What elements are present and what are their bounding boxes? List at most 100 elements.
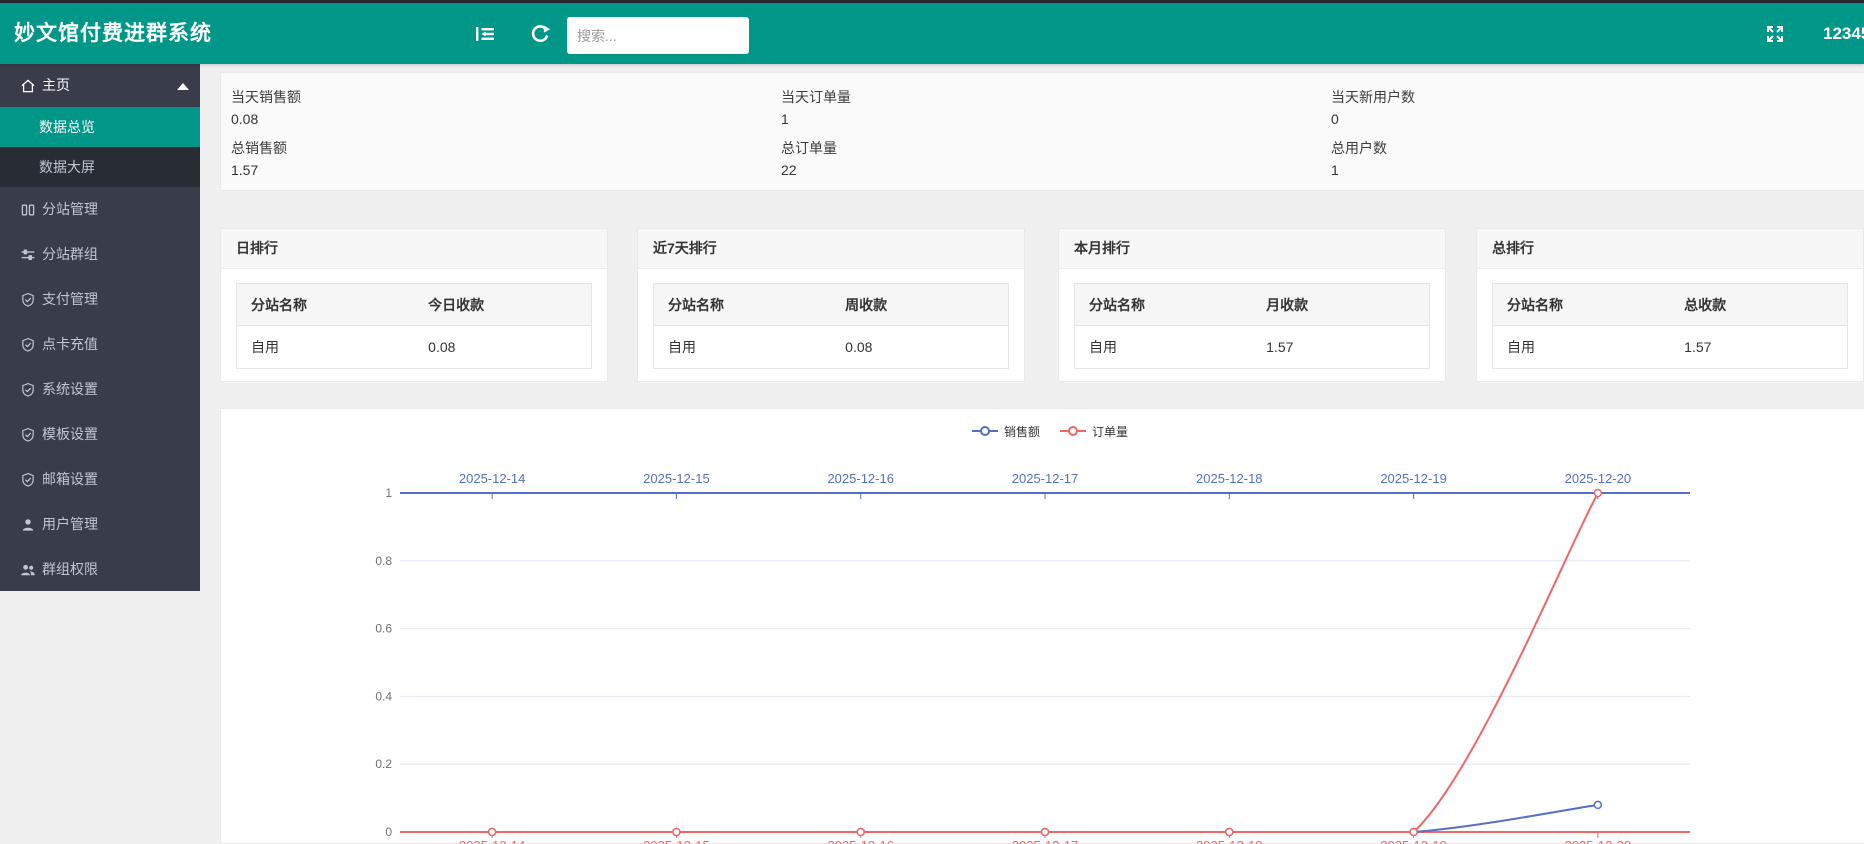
user-icon [20, 517, 36, 533]
svg-text:1: 1 [385, 486, 392, 500]
sidebar-item-label: 分站群组 [42, 232, 98, 277]
sales-orders-line-chart: 0 0.2 0.4 0.6 0.8 1 2025-12-14 2025-12-15 2025-1… [221, 409, 1864, 844]
collapse-menu-icon[interactable] [473, 22, 497, 46]
rank-table-header: 分站名称 月收款 [1075, 284, 1429, 326]
app-header: 妙文馆付费进群系统 12345 [0, 3, 1864, 64]
svg-text:2025-12-17: 2025-12-17 [1012, 838, 1079, 844]
column-header: 周收款 [845, 295, 1008, 315]
stat-value: 1 [781, 111, 1331, 127]
stats-column-sales: 当天销售额 0.08 总销售额 1.57 [231, 76, 781, 190]
shield-check-icon [20, 472, 36, 488]
shield-check-icon [20, 427, 36, 443]
rank-table: 分站名称 总收款 自用 1.57 [1492, 283, 1848, 369]
svg-text:0.6: 0.6 [375, 622, 392, 636]
rank-table-header: 分站名称 周收款 [654, 284, 1008, 326]
stat-label: 当天销售额 [231, 87, 781, 107]
column-header: 分站名称 [1493, 295, 1684, 315]
stat-value: 1 [1331, 162, 1864, 178]
username-menu[interactable]: 12345 [1823, 3, 1864, 64]
table-row: 自用 0.08 [654, 326, 1008, 368]
column-header: 今日收款 [428, 295, 591, 315]
cell-amount: 0.08 [845, 339, 1008, 355]
sidebar-item-substation-groups[interactable]: 分站群组 [0, 232, 200, 277]
svg-text:2025-12-16: 2025-12-16 [827, 471, 894, 486]
sidebar-item-label: 用户管理 [42, 502, 98, 547]
table-row: 自用 0.08 [237, 326, 591, 368]
svg-text:2025-12-18: 2025-12-18 [1196, 471, 1263, 486]
rank-card-title: 近7天排行 [638, 229, 1024, 269]
rank-card-body: 分站名称 今日收款 自用 0.08 [221, 269, 607, 383]
sidebar-item-template-settings[interactable]: 模板设置 [0, 412, 200, 457]
rank-card-title: 总排行 [1477, 229, 1863, 269]
rank-table-header: 分站名称 总收款 [1493, 284, 1847, 326]
svg-text:2025-12-14: 2025-12-14 [459, 471, 525, 486]
svg-text:0.4: 0.4 [375, 689, 392, 703]
column-header: 分站名称 [654, 295, 845, 315]
shield-check-icon [20, 337, 36, 353]
sidebar-item-label: 主页 [42, 64, 70, 107]
rank-card-body: 分站名称 月收款 自用 1.57 [1059, 269, 1445, 383]
home-icon [20, 78, 36, 94]
sidebar-item-group-permissions[interactable]: 群组权限 [0, 547, 200, 592]
sidebar-nav: 主页 数据总览 数据大屏 分站管理 分站群组 [0, 64, 200, 591]
sidebar-item-label: 点卡充值 [42, 322, 98, 367]
sidebar-subitem-data-screen[interactable]: 数据大屏 [0, 147, 200, 187]
rank-card-daily: 日排行 分站名称 今日收款 自用 0.08 [220, 228, 608, 382]
stats-column-users: 当天新用户数 0 总用户数 1 [1331, 76, 1864, 190]
sidebar-item-system-settings[interactable]: 系统设置 [0, 367, 200, 412]
legend-label: 销售额 [1004, 423, 1040, 440]
sidebar-subitem-label: 数据大屏 [39, 159, 95, 175]
cell-amount: 1.57 [1266, 339, 1429, 355]
sidebar-item-mail-settings[interactable]: 邮箱设置 [0, 457, 200, 502]
rank-table: 分站名称 周收款 自用 0.08 [653, 283, 1009, 369]
svg-text:2025-12-20: 2025-12-20 [1565, 471, 1632, 486]
stat-value: 0 [1331, 111, 1864, 127]
svg-text:2025-12-15: 2025-12-15 [643, 471, 710, 486]
table-row: 自用 1.57 [1075, 326, 1429, 368]
sliders-icon [20, 247, 36, 263]
shield-check-icon [20, 292, 36, 308]
rank-table: 分站名称 今日收款 自用 0.08 [236, 283, 592, 369]
sidebar-subitem-label: 数据总览 [39, 119, 95, 135]
stat-label: 总订单量 [781, 138, 1331, 158]
sidebar-subitem-data-overview[interactable]: 数据总览 [0, 107, 200, 147]
rank-card-total: 总排行 分站名称 总收款 自用 1.57 [1476, 228, 1864, 382]
svg-text:2025-12-16: 2025-12-16 [827, 838, 894, 844]
fullscreen-icon[interactable] [1763, 22, 1787, 46]
cell-site-name: 自用 [237, 337, 428, 357]
stat-label: 总销售额 [231, 138, 781, 158]
sidebar-item-user-manage[interactable]: 用户管理 [0, 502, 200, 547]
rank-table-header: 分站名称 今日收款 [237, 284, 591, 326]
legend-item-orders[interactable]: 订单量 [1060, 423, 1128, 440]
rank-card-month: 本月排行 分站名称 月收款 自用 1.57 [1058, 228, 1446, 382]
sidebar-item-label: 分站管理 [42, 187, 98, 232]
svg-text:0: 0 [385, 825, 392, 839]
sidebar-item-label: 群组权限 [42, 547, 98, 592]
sidebar-item-substation-manage[interactable]: 分站管理 [0, 187, 200, 232]
sidebar-item-label: 支付管理 [42, 277, 98, 322]
sidebar-item-payment-manage[interactable]: 支付管理 [0, 277, 200, 322]
svg-text:0.8: 0.8 [375, 554, 392, 568]
stats-column-orders: 当天订单量 1 总订单量 22 [781, 76, 1331, 190]
window-top-edge [0, 0, 1864, 3]
rank-card-7days: 近7天排行 分站名称 周收款 自用 0.08 [637, 228, 1025, 382]
stat-label: 当天新用户数 [1331, 87, 1864, 107]
refresh-icon[interactable] [528, 22, 552, 46]
column-header: 总收款 [1684, 295, 1847, 315]
svg-text:0.2: 0.2 [375, 757, 392, 771]
columns-icon [20, 202, 36, 218]
shield-check-icon [20, 382, 36, 398]
stats-summary-card: 当天销售额 0.08 总销售额 1.57 当天订单量 1 总订单量 22 当天新… [220, 72, 1864, 191]
sidebar-item-home[interactable]: 主页 [0, 64, 200, 107]
rank-table: 分站名称 月收款 自用 1.57 [1074, 283, 1430, 369]
sidebar-item-card-recharge[interactable]: 点卡充值 [0, 322, 200, 367]
cell-amount: 0.08 [428, 339, 591, 355]
svg-text:2025-12-20: 2025-12-20 [1565, 838, 1632, 844]
svg-text:2025-12-15: 2025-12-15 [643, 838, 710, 844]
legend-label: 订单量 [1092, 423, 1128, 440]
cell-amount: 1.57 [1684, 339, 1847, 355]
stat-value: 1.57 [231, 162, 781, 178]
legend-item-sales[interactable]: 销售额 [972, 423, 1040, 440]
search-input[interactable] [567, 17, 749, 54]
rank-card-body: 分站名称 周收款 自用 0.08 [638, 269, 1024, 383]
